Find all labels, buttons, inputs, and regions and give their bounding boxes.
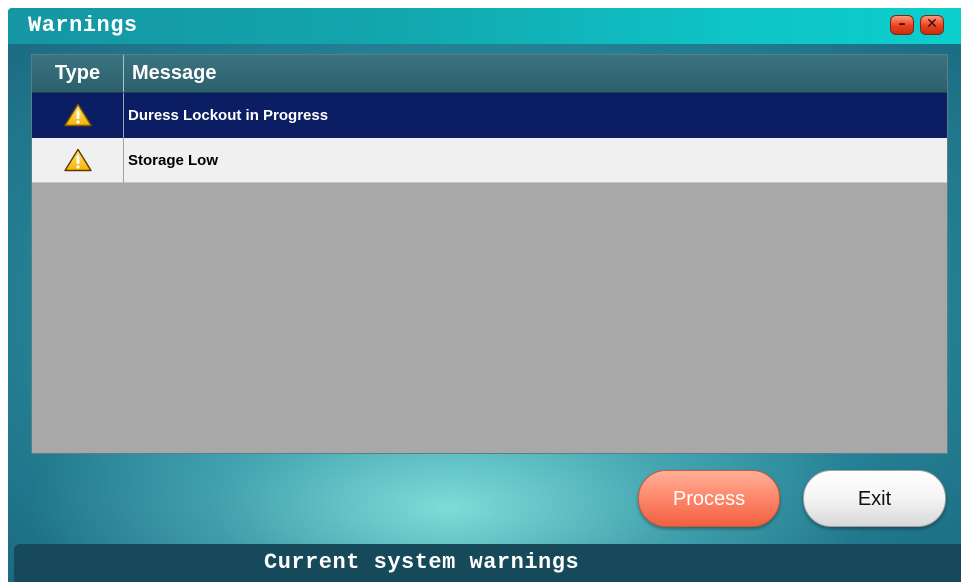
close-icon: ✕: [926, 16, 938, 32]
table-header: Type Message: [32, 55, 947, 93]
window-title: Warnings: [28, 13, 138, 38]
status-bar: Current system warnings: [14, 544, 961, 582]
minimize-button[interactable]: –: [890, 15, 914, 35]
close-button[interactable]: ✕: [920, 15, 944, 35]
status-text: Current system warnings: [264, 550, 580, 575]
warnings-table: Type Message Duress Lockout in Progress …: [31, 54, 948, 454]
warnings-window: Warnings – ✕ Type Message Duress Lockout…: [8, 8, 961, 582]
warning-triangle-icon: [64, 148, 92, 172]
table-row[interactable]: Duress Lockout in Progress: [32, 93, 947, 138]
message-cell: Storage Low: [128, 152, 219, 169]
minimize-icon: –: [898, 16, 906, 32]
column-header-message[interactable]: Message: [124, 55, 944, 92]
type-cell: [32, 93, 124, 138]
process-button[interactable]: Process: [638, 470, 780, 527]
exit-button[interactable]: Exit: [803, 470, 946, 527]
type-cell: [32, 138, 124, 183]
warning-triangle-icon: [64, 103, 92, 127]
table-row[interactable]: Storage Low: [32, 138, 947, 183]
message-cell: Duress Lockout in Progress: [128, 107, 329, 124]
title-bar[interactable]: Warnings – ✕: [8, 8, 961, 44]
column-header-type[interactable]: Type: [32, 55, 124, 92]
